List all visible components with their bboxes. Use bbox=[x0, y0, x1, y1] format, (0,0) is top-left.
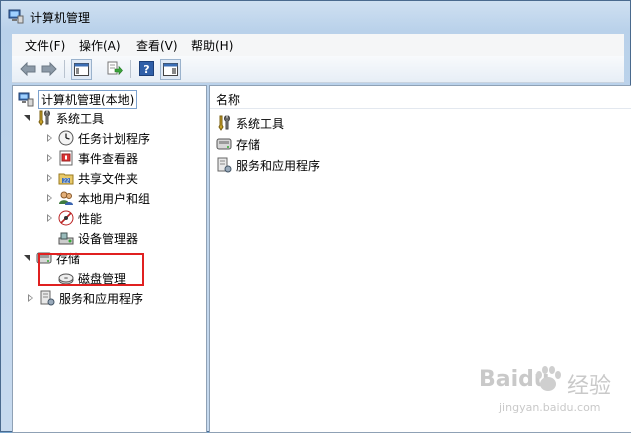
list-item-storage[interactable]: 存储 bbox=[216, 135, 260, 153]
window-title: 计算机管理 bbox=[30, 11, 91, 25]
clock-icon bbox=[58, 130, 74, 146]
back-button[interactable] bbox=[18, 59, 37, 78]
services-icon bbox=[40, 290, 55, 306]
event-viewer-icon bbox=[59, 150, 73, 166]
tree-label-system-tools: 系统工具 bbox=[56, 111, 105, 126]
menu-bar: 文件(F) 操作(A) 查看(V) 帮助(H) bbox=[12, 34, 624, 56]
toolbar-separator bbox=[130, 60, 131, 78]
column-header-label: 名称 bbox=[216, 93, 241, 107]
list-item-system-tools[interactable]: 系统工具 bbox=[216, 114, 284, 132]
list-item-services-apps[interactable]: 服务和应用程序 bbox=[216, 156, 320, 174]
menu-file[interactable]: 文件(F) bbox=[25, 37, 65, 54]
tree-item-performance[interactable]: 性能 bbox=[45, 209, 102, 227]
collapsed-arrow-icon[interactable] bbox=[45, 193, 55, 203]
tools-icon bbox=[218, 115, 230, 131]
storage-icon bbox=[216, 138, 232, 150]
collapsed-arrow-icon[interactable] bbox=[45, 133, 55, 143]
expanded-arrow-icon[interactable] bbox=[23, 113, 33, 123]
tools-icon bbox=[38, 110, 50, 126]
help-icon: ? bbox=[139, 61, 154, 76]
column-header-name[interactable]: 名称 bbox=[210, 86, 631, 109]
tree-item-local-users[interactable]: 本地用户和组 bbox=[45, 189, 150, 207]
tree-item-root[interactable]: 计算机管理(本地) bbox=[18, 89, 138, 109]
tree-label-performance: 性能 bbox=[78, 211, 103, 226]
help-button[interactable]: ? bbox=[137, 59, 156, 78]
watermark-brand-cn: 经验 bbox=[567, 374, 612, 399]
toolbar: ? bbox=[12, 56, 624, 83]
show-hide-action-pane-icon bbox=[163, 63, 178, 76]
show-hide-tree-icon bbox=[74, 63, 89, 76]
computer-management-icon bbox=[18, 92, 34, 107]
computer-management-icon bbox=[8, 9, 24, 24]
list-item-label: 系统工具 bbox=[236, 116, 285, 131]
tree-label-device-manager: 设备管理器 bbox=[78, 231, 139, 246]
tree-label-root: 计算机管理(本地) bbox=[38, 89, 138, 109]
show-hide-action-pane-button[interactable] bbox=[160, 59, 181, 80]
performance-icon bbox=[58, 210, 74, 226]
watermark-url: jingyan.baidu.com bbox=[499, 401, 601, 414]
tree-label-services-apps: 服务和应用程序 bbox=[59, 291, 144, 306]
collapsed-arrow-icon[interactable] bbox=[45, 153, 55, 163]
users-icon bbox=[59, 191, 73, 205]
forward-button[interactable] bbox=[39, 59, 58, 78]
list-item-label: 存储 bbox=[236, 137, 261, 152]
tree-label-shared-folders: 共享文件夹 bbox=[78, 171, 139, 186]
list-item-label: 服务和应用程序 bbox=[236, 158, 321, 173]
back-icon bbox=[19, 61, 35, 76]
show-hide-tree-button[interactable] bbox=[71, 59, 92, 80]
shared-folder-icon: 22 bbox=[58, 173, 74, 185]
device-manager-icon bbox=[58, 232, 74, 245]
tree-item-shared-folders[interactable]: 22 共享文件夹 bbox=[45, 169, 138, 187]
expanded-arrow-icon[interactable] bbox=[23, 253, 33, 263]
svg-text:?: ? bbox=[143, 63, 149, 76]
menu-help[interactable]: 帮助(H) bbox=[191, 37, 233, 54]
paw-logo-icon bbox=[536, 366, 561, 391]
forward-icon bbox=[41, 61, 57, 76]
collapsed-arrow-icon[interactable] bbox=[45, 173, 55, 183]
collapsed-arrow-icon[interactable] bbox=[45, 213, 55, 223]
tree-item-task-scheduler[interactable]: 任务计划程序 bbox=[45, 129, 150, 147]
collapsed-arrow-icon[interactable] bbox=[26, 293, 36, 303]
tree-label-local-users: 本地用户和组 bbox=[78, 191, 151, 206]
services-icon bbox=[217, 157, 232, 173]
tree-item-system-tools[interactable]: 系统工具 bbox=[23, 109, 104, 127]
svg-text:22: 22 bbox=[63, 179, 69, 185]
title-bar[interactable]: 计算机管理 bbox=[1, 1, 630, 31]
highlight-annotation-box bbox=[38, 253, 144, 286]
tree-item-event-viewer[interactable]: 事件查看器 bbox=[45, 149, 138, 167]
export-list-icon bbox=[107, 61, 123, 76]
menu-action[interactable]: 操作(A) bbox=[79, 37, 121, 54]
tree-item-device-manager[interactable]: 设备管理器 bbox=[58, 229, 138, 247]
menu-view[interactable]: 查看(V) bbox=[136, 37, 178, 54]
baidu-watermark: Baidu 经验 jingyan.baidu.com bbox=[479, 361, 629, 421]
computer-management-window: 计算机管理 文件(F) 操作(A) 查看(V) 帮助(H) ? 计算机管理(本地… bbox=[0, 0, 631, 433]
export-list-button[interactable] bbox=[105, 59, 124, 78]
tree-label-task-scheduler: 任务计划程序 bbox=[78, 131, 151, 146]
tree-label-event-viewer: 事件查看器 bbox=[78, 151, 139, 166]
tree-item-services-apps[interactable]: 服务和应用程序 bbox=[26, 289, 143, 307]
toolbar-separator bbox=[64, 60, 65, 78]
